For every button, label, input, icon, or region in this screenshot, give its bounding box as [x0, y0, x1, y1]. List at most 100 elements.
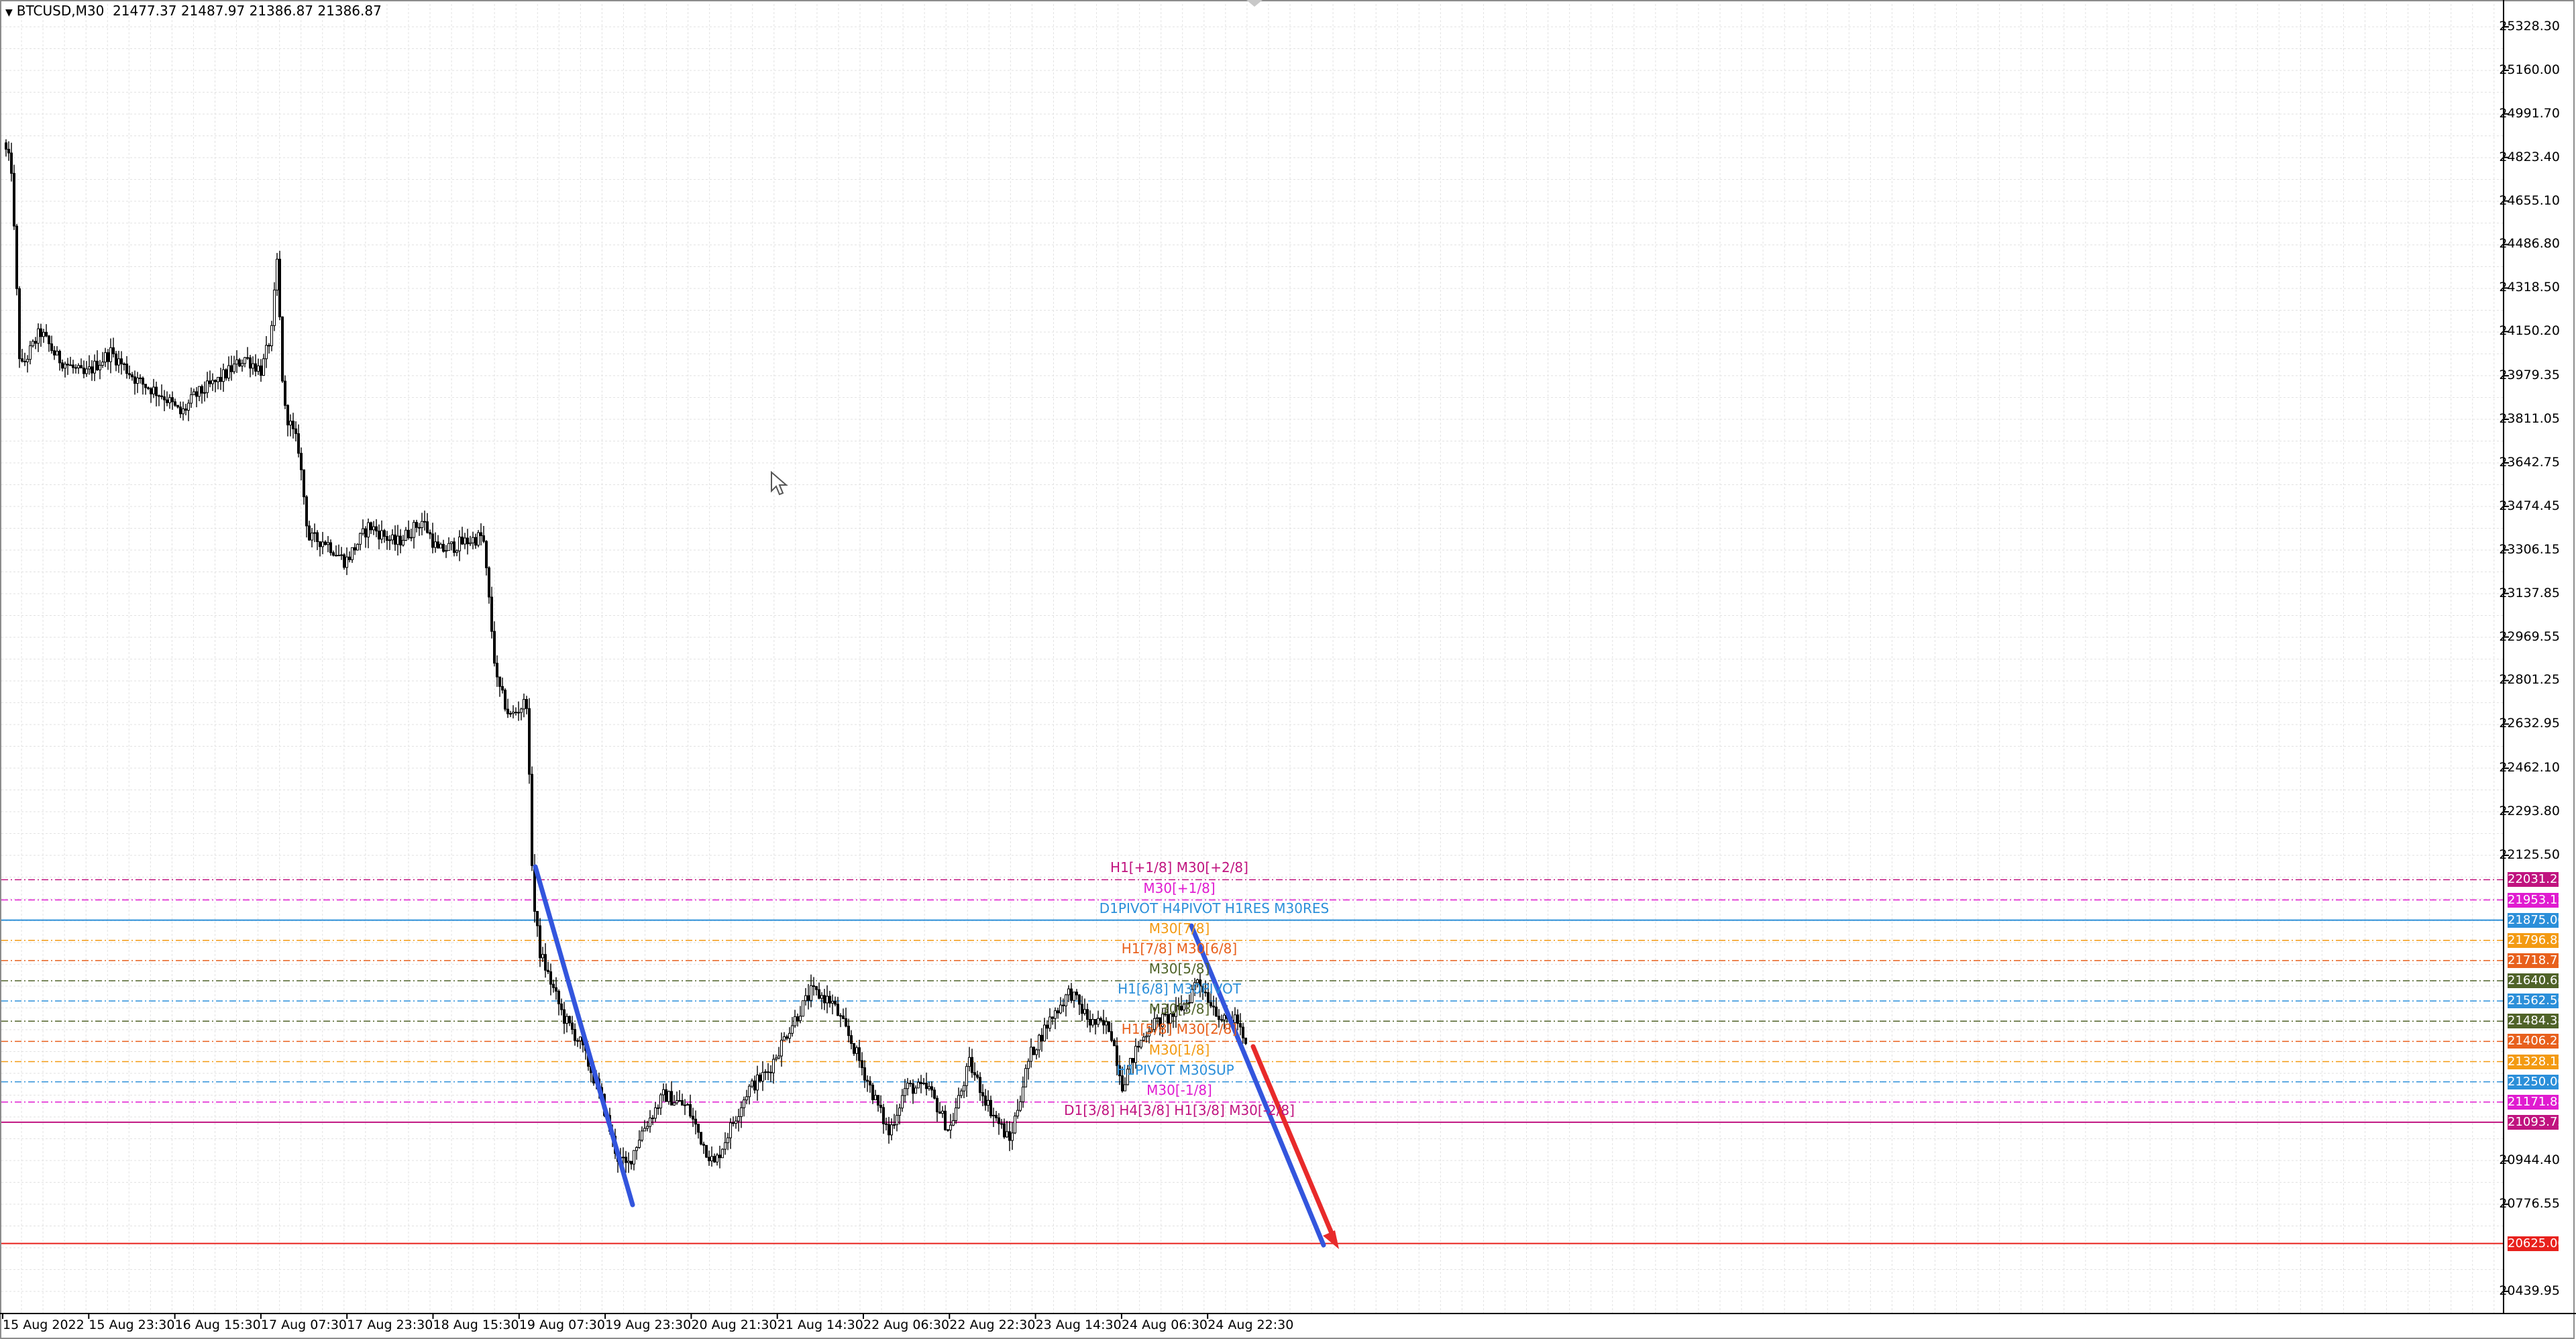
- candle-body: [7, 148, 10, 154]
- price-tick-label: 24150.20: [2499, 323, 2560, 339]
- level-annotation: H1[+1/8] M30[+2/8]: [1110, 859, 1248, 876]
- candle-body: [249, 357, 252, 369]
- candle-body: [40, 328, 42, 337]
- candle-body: [944, 1110, 947, 1130]
- candle-body: [66, 364, 69, 366]
- candle-body: [689, 1104, 692, 1117]
- candle-body: [142, 378, 144, 385]
- candle-body: [1067, 988, 1070, 996]
- candle-body: [692, 1116, 694, 1120]
- candle-body: [166, 399, 168, 403]
- price-tick-label: 22293.80: [2499, 804, 2560, 819]
- candle-body: [402, 539, 405, 545]
- chart-window[interactable]: ▼ BTCUSD,M30 21477.37 21487.97 21386.87 2…: [0, 0, 2576, 1339]
- level-price-tag: 21562.50: [2508, 994, 2565, 1009]
- candle-body: [201, 386, 203, 394]
- candle-body: [171, 397, 174, 403]
- candle-body: [1134, 1046, 1137, 1063]
- candle-body: [662, 1089, 665, 1095]
- time-tick-label: 20 Aug 21:30: [691, 1318, 777, 1332]
- candle-body: [981, 1092, 984, 1097]
- candle-body: [222, 369, 225, 382]
- candle-body: [802, 1000, 804, 1017]
- candle-body: [992, 1114, 995, 1116]
- candle-body: [888, 1124, 890, 1136]
- candle-body: [686, 1104, 689, 1106]
- candle-body: [861, 1060, 863, 1069]
- candle-body: [461, 536, 464, 545]
- candle-body: [898, 1108, 901, 1116]
- level-annotation: M30[+1/8]: [1143, 879, 1216, 896]
- candle-body: [815, 986, 818, 990]
- candle-body: [772, 1059, 775, 1073]
- time-tick-label: 17 Aug 07:30: [260, 1318, 347, 1332]
- candle-body: [1016, 1110, 1019, 1117]
- candle-body: [1014, 1116, 1016, 1134]
- level-annotation: M30[1/8]: [1148, 1041, 1210, 1058]
- candle-body: [1218, 1016, 1220, 1020]
- candle-body: [480, 532, 482, 537]
- candle-body: [53, 350, 56, 356]
- level-price-tag: 21406.25: [2508, 1034, 2565, 1049]
- candle-body: [896, 1115, 898, 1126]
- candle-body: [794, 1016, 796, 1026]
- time-tick-label: 15 Aug 23:30: [89, 1318, 175, 1332]
- candle-body: [831, 1001, 834, 1004]
- time-tick-label: 22 Aug 06:30: [863, 1318, 950, 1332]
- candle-body: [1070, 988, 1073, 1001]
- price-chart[interactable]: [0, 0, 2576, 1339]
- candle-body: [1003, 1123, 1006, 1138]
- candle-body: [791, 1025, 794, 1034]
- candle-body: [10, 152, 13, 174]
- candle-body: [321, 541, 324, 547]
- candle-body: [523, 699, 525, 710]
- candle-body: [209, 380, 211, 384]
- candle-body: [225, 369, 227, 379]
- candle-body: [842, 1015, 845, 1019]
- candle-body: [557, 991, 560, 1005]
- candle-body: [91, 366, 93, 374]
- candle-body: [319, 541, 321, 547]
- price-tick-label: 24655.10: [2499, 193, 2560, 208]
- candle-body: [1081, 1004, 1083, 1014]
- price-tick-label: 22801.25: [2499, 672, 2560, 688]
- candle-body: [117, 358, 120, 366]
- candle-body: [925, 1083, 928, 1089]
- candle-body: [410, 537, 413, 539]
- candle-body: [769, 1071, 772, 1073]
- candle-body: [1242, 1026, 1244, 1038]
- dropdown-triangle-icon[interactable]: ▼: [5, 7, 13, 18]
- candle-body: [458, 536, 461, 551]
- candle-body: [1113, 1040, 1116, 1047]
- candle-body: [826, 996, 828, 1004]
- candle-body: [780, 1040, 783, 1057]
- candle-body: [195, 391, 198, 397]
- price-tick-label: 23137.85: [2499, 585, 2560, 600]
- candle-body: [472, 537, 474, 543]
- level-price-tag: 21796.88: [2508, 932, 2565, 948]
- candle-body: [858, 1047, 861, 1061]
- candle-body: [109, 347, 112, 362]
- candle-body: [233, 364, 235, 372]
- candle-body: [107, 352, 109, 362]
- candle-body: [568, 1016, 571, 1024]
- candle-body: [863, 1067, 866, 1081]
- candle-body: [777, 1055, 780, 1059]
- candle-body: [262, 358, 265, 376]
- candle-body: [150, 388, 152, 394]
- scroll-marker-icon[interactable]: [1246, 0, 1263, 7]
- candle-body: [753, 1080, 756, 1091]
- candle-body: [104, 352, 107, 363]
- candle-body: [850, 1035, 853, 1044]
- level-annotation: H1[7/8] M30[6/8]: [1121, 940, 1238, 957]
- level-annotation: M30[-1/8]: [1146, 1081, 1212, 1098]
- candle-body: [563, 1009, 566, 1024]
- candle-body: [979, 1077, 981, 1093]
- price-tick-label: 23979.35: [2499, 368, 2560, 383]
- candle-body: [407, 529, 410, 539]
- candle-body: [866, 1079, 869, 1082]
- candle-body: [965, 1066, 968, 1086]
- candle-body: [447, 543, 450, 551]
- candle-body: [512, 712, 515, 714]
- candle-body: [735, 1120, 737, 1124]
